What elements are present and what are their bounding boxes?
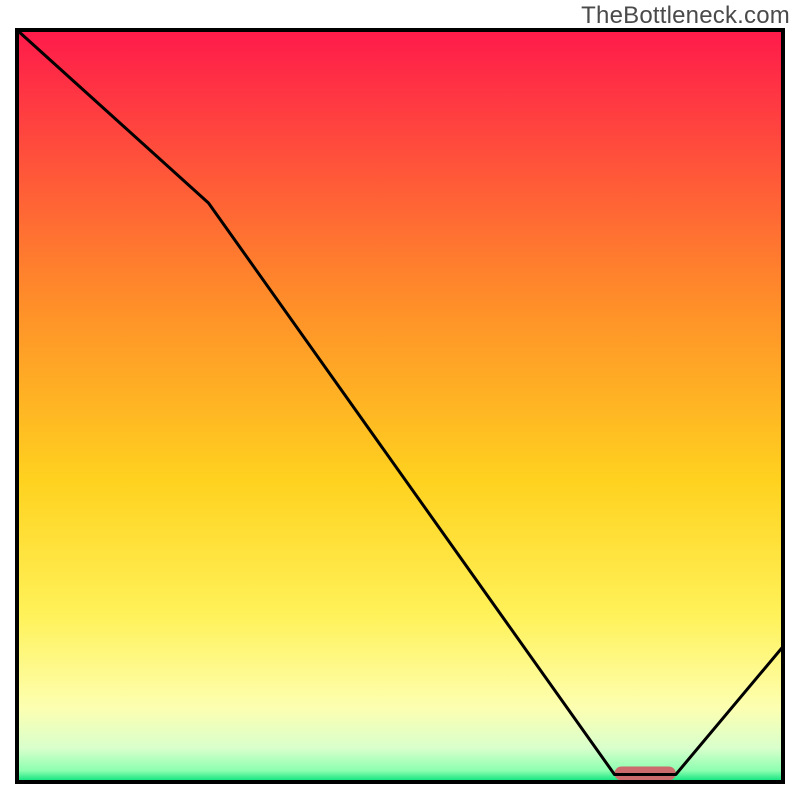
plot-area [17, 30, 783, 782]
gradient-background [17, 30, 783, 782]
bottleneck-chart [0, 0, 800, 800]
chart-container: TheBottleneck.com [0, 0, 800, 800]
watermark-text: TheBottleneck.com [581, 2, 790, 30]
